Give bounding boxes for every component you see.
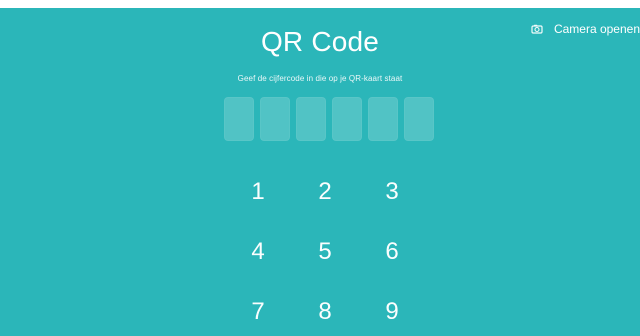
keypad-key-1[interactable]: 1 [238, 172, 278, 212]
numeric-keypad: 1 2 3 4 5 6 7 8 9 [224, 172, 434, 336]
code-digit-box-1[interactable] [224, 97, 254, 141]
keypad-key-6[interactable]: 6 [372, 232, 412, 272]
code-digit-box-5[interactable] [368, 97, 398, 141]
instruction-text: Geef de cijfercode in die op je QR-kaart… [237, 74, 403, 83]
keypad-key-9[interactable]: 9 [372, 292, 412, 332]
keypad-key-5[interactable]: 5 [305, 232, 345, 272]
code-digit-box-3[interactable] [296, 97, 326, 141]
code-input-boxes [224, 97, 434, 141]
code-digit-box-4[interactable] [332, 97, 362, 141]
page-title: QR Code [260, 26, 380, 57]
code-digit-box-2[interactable] [260, 97, 290, 141]
keypad-key-8[interactable]: 8 [305, 292, 345, 332]
keypad-key-3[interactable]: 3 [372, 172, 412, 212]
qr-code-screen: Camera openen QR Code Geef de cijfercode… [0, 8, 640, 336]
keypad-key-2[interactable]: 2 [305, 172, 345, 212]
keypad-key-4[interactable]: 4 [238, 232, 278, 272]
code-digit-box-6[interactable] [404, 97, 434, 141]
keypad-key-7[interactable]: 7 [238, 292, 278, 332]
